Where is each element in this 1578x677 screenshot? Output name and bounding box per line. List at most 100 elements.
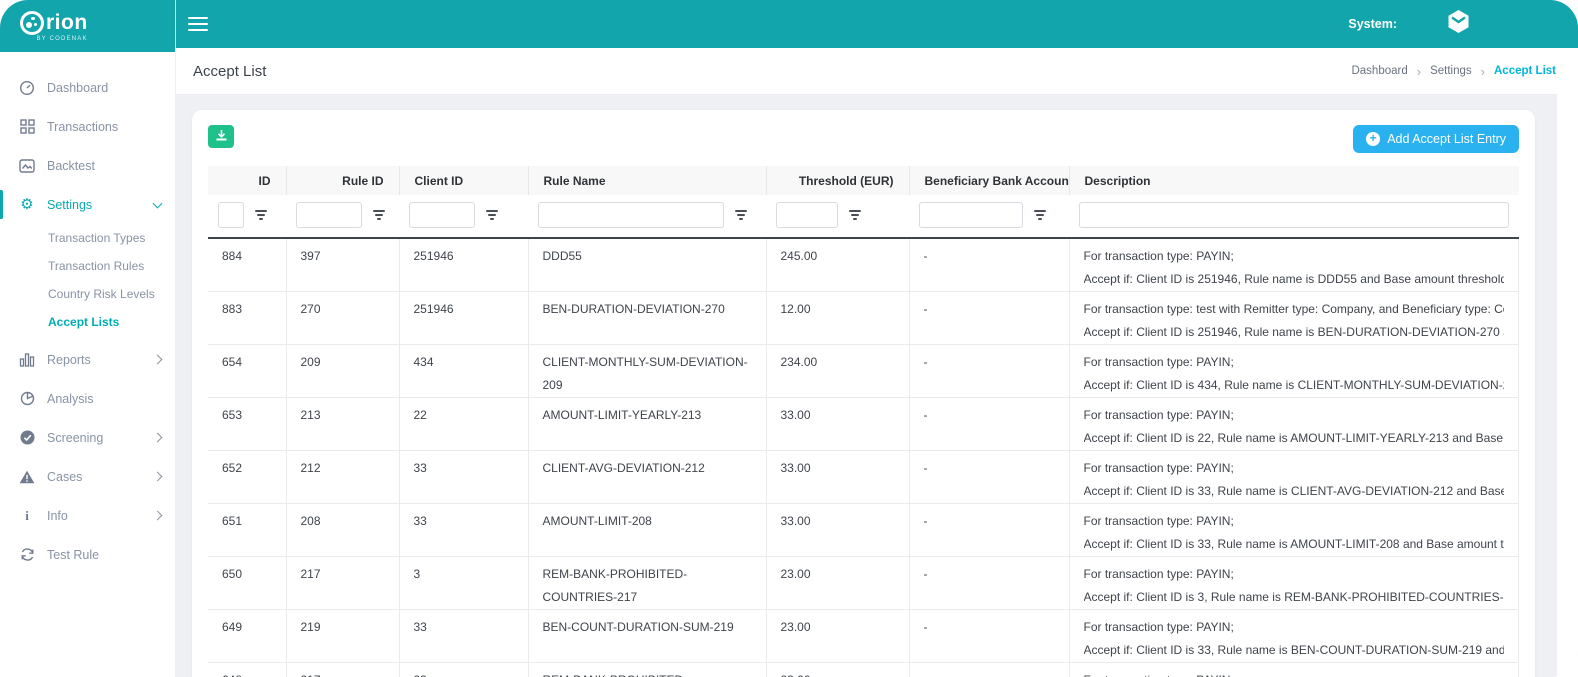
bar-chart-icon [18,353,36,367]
filter-icon[interactable] [1034,210,1046,220]
brand-name: rion [46,11,88,35]
cell-rule-name: CLIENT-AVG-DEVIATION-212 [528,451,766,504]
filter-input-id[interactable] [218,202,244,228]
table-row[interactable]: 883270251946BEN-DURATION-DEVIATION-27012… [208,292,1519,345]
sidebar-item-backtest[interactable]: Backtest [0,146,175,185]
titlebar: Accept List Dashboard›Settings›Accept Li… [176,48,1578,94]
table-row[interactable]: 884397251946DDD55245.00-For transaction … [208,238,1519,292]
cell-rule-id: 217 [286,557,399,610]
filter-icon[interactable] [735,210,747,220]
column-header-threshold-eur-[interactable]: Threshold (EUR) [766,166,909,195]
filter-input-client-id[interactable] [409,202,475,228]
sidebar-item-dashboard[interactable]: Dashboard [0,68,175,107]
cell-rule-id: 212 [286,451,399,504]
table-row[interactable]: 64821723REM-BANK-PROHIBITED-COUNTRIES-21… [208,663,1519,677]
pie-chart-icon [18,391,36,406]
cell-rule-name: BEN-DURATION-DEVIATION-270 [528,292,766,345]
description-line: Accept if: Client ID is 251946, Rule nam… [1084,321,1505,344]
sidebar-subitem-label: Accept Lists [48,315,119,329]
column-header-description[interactable]: Description [1069,166,1519,195]
column-header-client-id[interactable]: Client ID [399,166,528,195]
cell-client-id: 33 [399,610,528,663]
description-line: For transaction type: test with Remitter… [1084,298,1505,321]
image-icon [18,159,36,173]
sidebar-item-label: Backtest [47,159,95,173]
sidebar-item-screening[interactable]: Screening [0,418,175,457]
filter-input-description[interactable] [1079,202,1509,228]
hamburger-menu-icon[interactable] [188,13,208,35]
column-header-rule-id[interactable]: Rule ID [286,166,399,195]
cell-id: 650 [208,557,286,610]
sidebar-subitem-country-risk-levels[interactable]: Country Risk Levels [0,280,175,308]
sidebar-subitem-transaction-rules[interactable]: Transaction Rules [0,252,175,280]
cell-id: 654 [208,345,286,398]
table-row[interactable]: 65321322AMOUNT-LIMIT-YEARLY-21333.00-For… [208,398,1519,451]
topbar: System: [176,0,1578,48]
table-row[interactable]: 65221233CLIENT-AVG-DEVIATION-21233.00-Fo… [208,451,1519,504]
sidebar-item-cases[interactable]: Cases [0,457,175,496]
download-button[interactable] [208,125,234,148]
cell-rule-id: 208 [286,504,399,557]
sidebar-item-info[interactable]: iInfo [0,496,175,535]
info-icon: i [18,509,36,522]
table-row[interactable]: 6502173REM-BANK-PROHIBITED-COUNTRIES-217… [208,557,1519,610]
add-button-label: Add Accept List Entry [1387,132,1506,146]
breadcrumb-accept-list[interactable]: Accept List [1494,65,1556,77]
filter-icon[interactable] [849,210,861,220]
brand-logo[interactable]: rion by CODENAK [0,0,175,52]
sidebar-subitem-label: Country Risk Levels [48,287,155,301]
cell-description: For transaction type: PAYIN;Accept if: C… [1069,345,1519,398]
table-row[interactable]: 654209434CLIENT-MONTHLY-SUM-DEVIATION-20… [208,345,1519,398]
sidebar-item-reports[interactable]: Reports [0,340,175,379]
sidebar-item-label: Cases [47,470,82,484]
filter-cell [208,195,286,238]
cell-beneficiary: - [909,345,1069,398]
cell-threshold: 23.00 [766,663,909,677]
filter-input-beneficiary-bank-account[interactable] [919,202,1023,228]
sidebar-item-label: Test Rule [47,548,99,562]
sidebar-item-test-rule[interactable]: Test Rule [0,535,175,574]
breadcrumb-dashboard[interactable]: Dashboard [1351,65,1407,77]
filter-input-threshold-eur-[interactable] [776,202,838,228]
warning-icon [18,470,36,484]
column-header-beneficiary-bank-account[interactable]: Beneficiary Bank Account [909,166,1069,195]
accept-list-card: + Add Accept List Entry IDRule IDClient … [192,110,1535,677]
table-row[interactable]: 64921933BEN-COUNT-DURATION-SUM-21923.00-… [208,610,1519,663]
table-row[interactable]: 65120833AMOUNT-LIMIT-20833.00-For transa… [208,504,1519,557]
cell-rule-id: 213 [286,398,399,451]
description-line: For transaction type: PAYIN; [1084,457,1505,480]
column-header-id[interactable]: ID [208,166,286,195]
breadcrumb-settings[interactable]: Settings [1430,65,1472,77]
cell-id: 651 [208,504,286,557]
filter-icon[interactable] [255,210,267,220]
sidebar-item-label: Reports [47,353,91,367]
cell-rule-id: 397 [286,238,399,292]
add-accept-list-entry-button[interactable]: + Add Accept List Entry [1353,125,1519,153]
cell-rule-id: 209 [286,345,399,398]
sidebar-subitem-accept-lists[interactable]: Accept Lists [0,308,175,336]
cell-id: 649 [208,610,286,663]
sidebar-item-settings[interactable]: ⚙Settings [0,185,175,224]
sidebar-item-analysis[interactable]: Analysis [0,379,175,418]
cell-threshold: 33.00 [766,504,909,557]
cell-id: 883 [208,292,286,345]
sidebar-subitem-transaction-types[interactable]: Transaction Types [0,224,175,252]
sidebar-nav: DashboardTransactionsBacktest⚙SettingsTr… [0,52,175,574]
cell-beneficiary: - [909,610,1069,663]
filter-icon[interactable] [486,210,498,220]
system-package-icon[interactable] [1445,8,1472,40]
filter-input-rule-id[interactable] [296,202,362,228]
cell-description: For transaction type: PAYIN;Accept if: C… [1069,610,1519,663]
sidebar-item-label: Analysis [47,392,94,406]
description-line: Accept if: Client ID is 33, Rule name is… [1084,480,1505,503]
column-header-rule-name[interactable]: Rule Name [528,166,766,195]
filter-input-rule-name[interactable] [538,202,724,228]
brand-tagline: by CODENAK [20,36,88,42]
chevron-right-icon [153,472,163,482]
sidebar-item-label: Screening [47,431,103,445]
page-scrollbar[interactable] [1557,94,1578,677]
filter-cell [1069,195,1519,238]
filter-icon[interactable] [373,210,385,220]
cell-threshold: 245.00 [766,238,909,292]
sidebar-item-transactions[interactable]: Transactions [0,107,175,146]
